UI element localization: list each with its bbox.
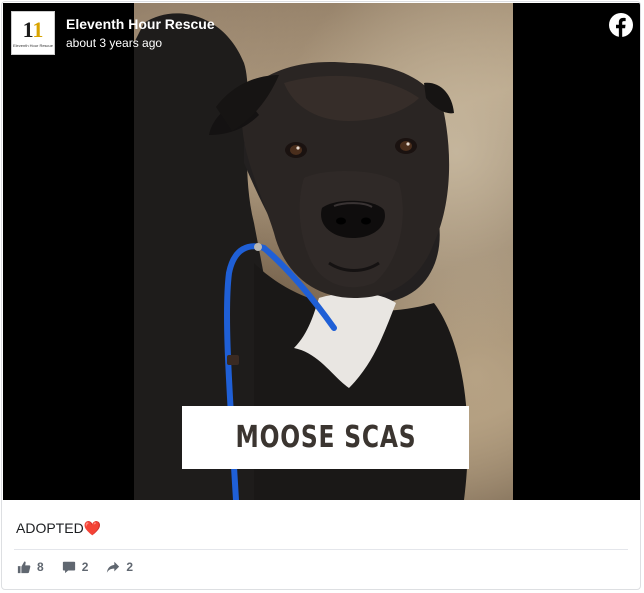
like-count: 8 — [37, 560, 44, 574]
header-text: Eleventh Hour Rescue about 3 years ago — [66, 16, 215, 51]
comment-icon — [62, 561, 75, 574]
dog-photo[interactable]: MOOSE SCAS — [134, 3, 513, 500]
page-name[interactable]: Eleventh Hour Rescue — [66, 16, 215, 33]
image-caption-box: MOOSE SCAS — [182, 406, 469, 469]
logo-tagline: Eleventh Hour Rescue — [12, 42, 54, 48]
share-count: 2 — [126, 560, 134, 574]
like-icon — [17, 561, 31, 574]
heart-emoji: ❤️ — [83, 520, 102, 536]
comment-button[interactable]: 2 — [62, 560, 89, 574]
like-button[interactable]: 8 — [17, 560, 44, 574]
page-avatar[interactable]: 11 Eleventh Hour Rescue — [11, 11, 55, 55]
post-timestamp[interactable]: about 3 years ago — [66, 35, 215, 51]
post-header: 11 Eleventh Hour Rescue Eleventh Hour Re… — [11, 11, 215, 55]
facebook-icon[interactable] — [609, 13, 633, 37]
share-icon — [107, 561, 120, 573]
post-message: ADOPTED❤️ — [16, 518, 101, 538]
engagement-bar: 8 2 2 — [17, 560, 151, 574]
facebook-post-embed: MOOSE SCAS 11 Eleventh Hour Rescue Eleve… — [1, 1, 641, 590]
post-message-text: ADOPTED — [16, 520, 84, 536]
share-button[interactable]: 2 — [106, 560, 133, 574]
comment-count: 2 — [81, 560, 89, 574]
logo-mark: 11 — [22, 16, 44, 42]
image-caption: MOOSE SCAS — [235, 420, 416, 455]
post-media[interactable]: MOOSE SCAS 11 Eleventh Hour Rescue Eleve… — [3, 3, 640, 500]
divider — [14, 549, 628, 550]
